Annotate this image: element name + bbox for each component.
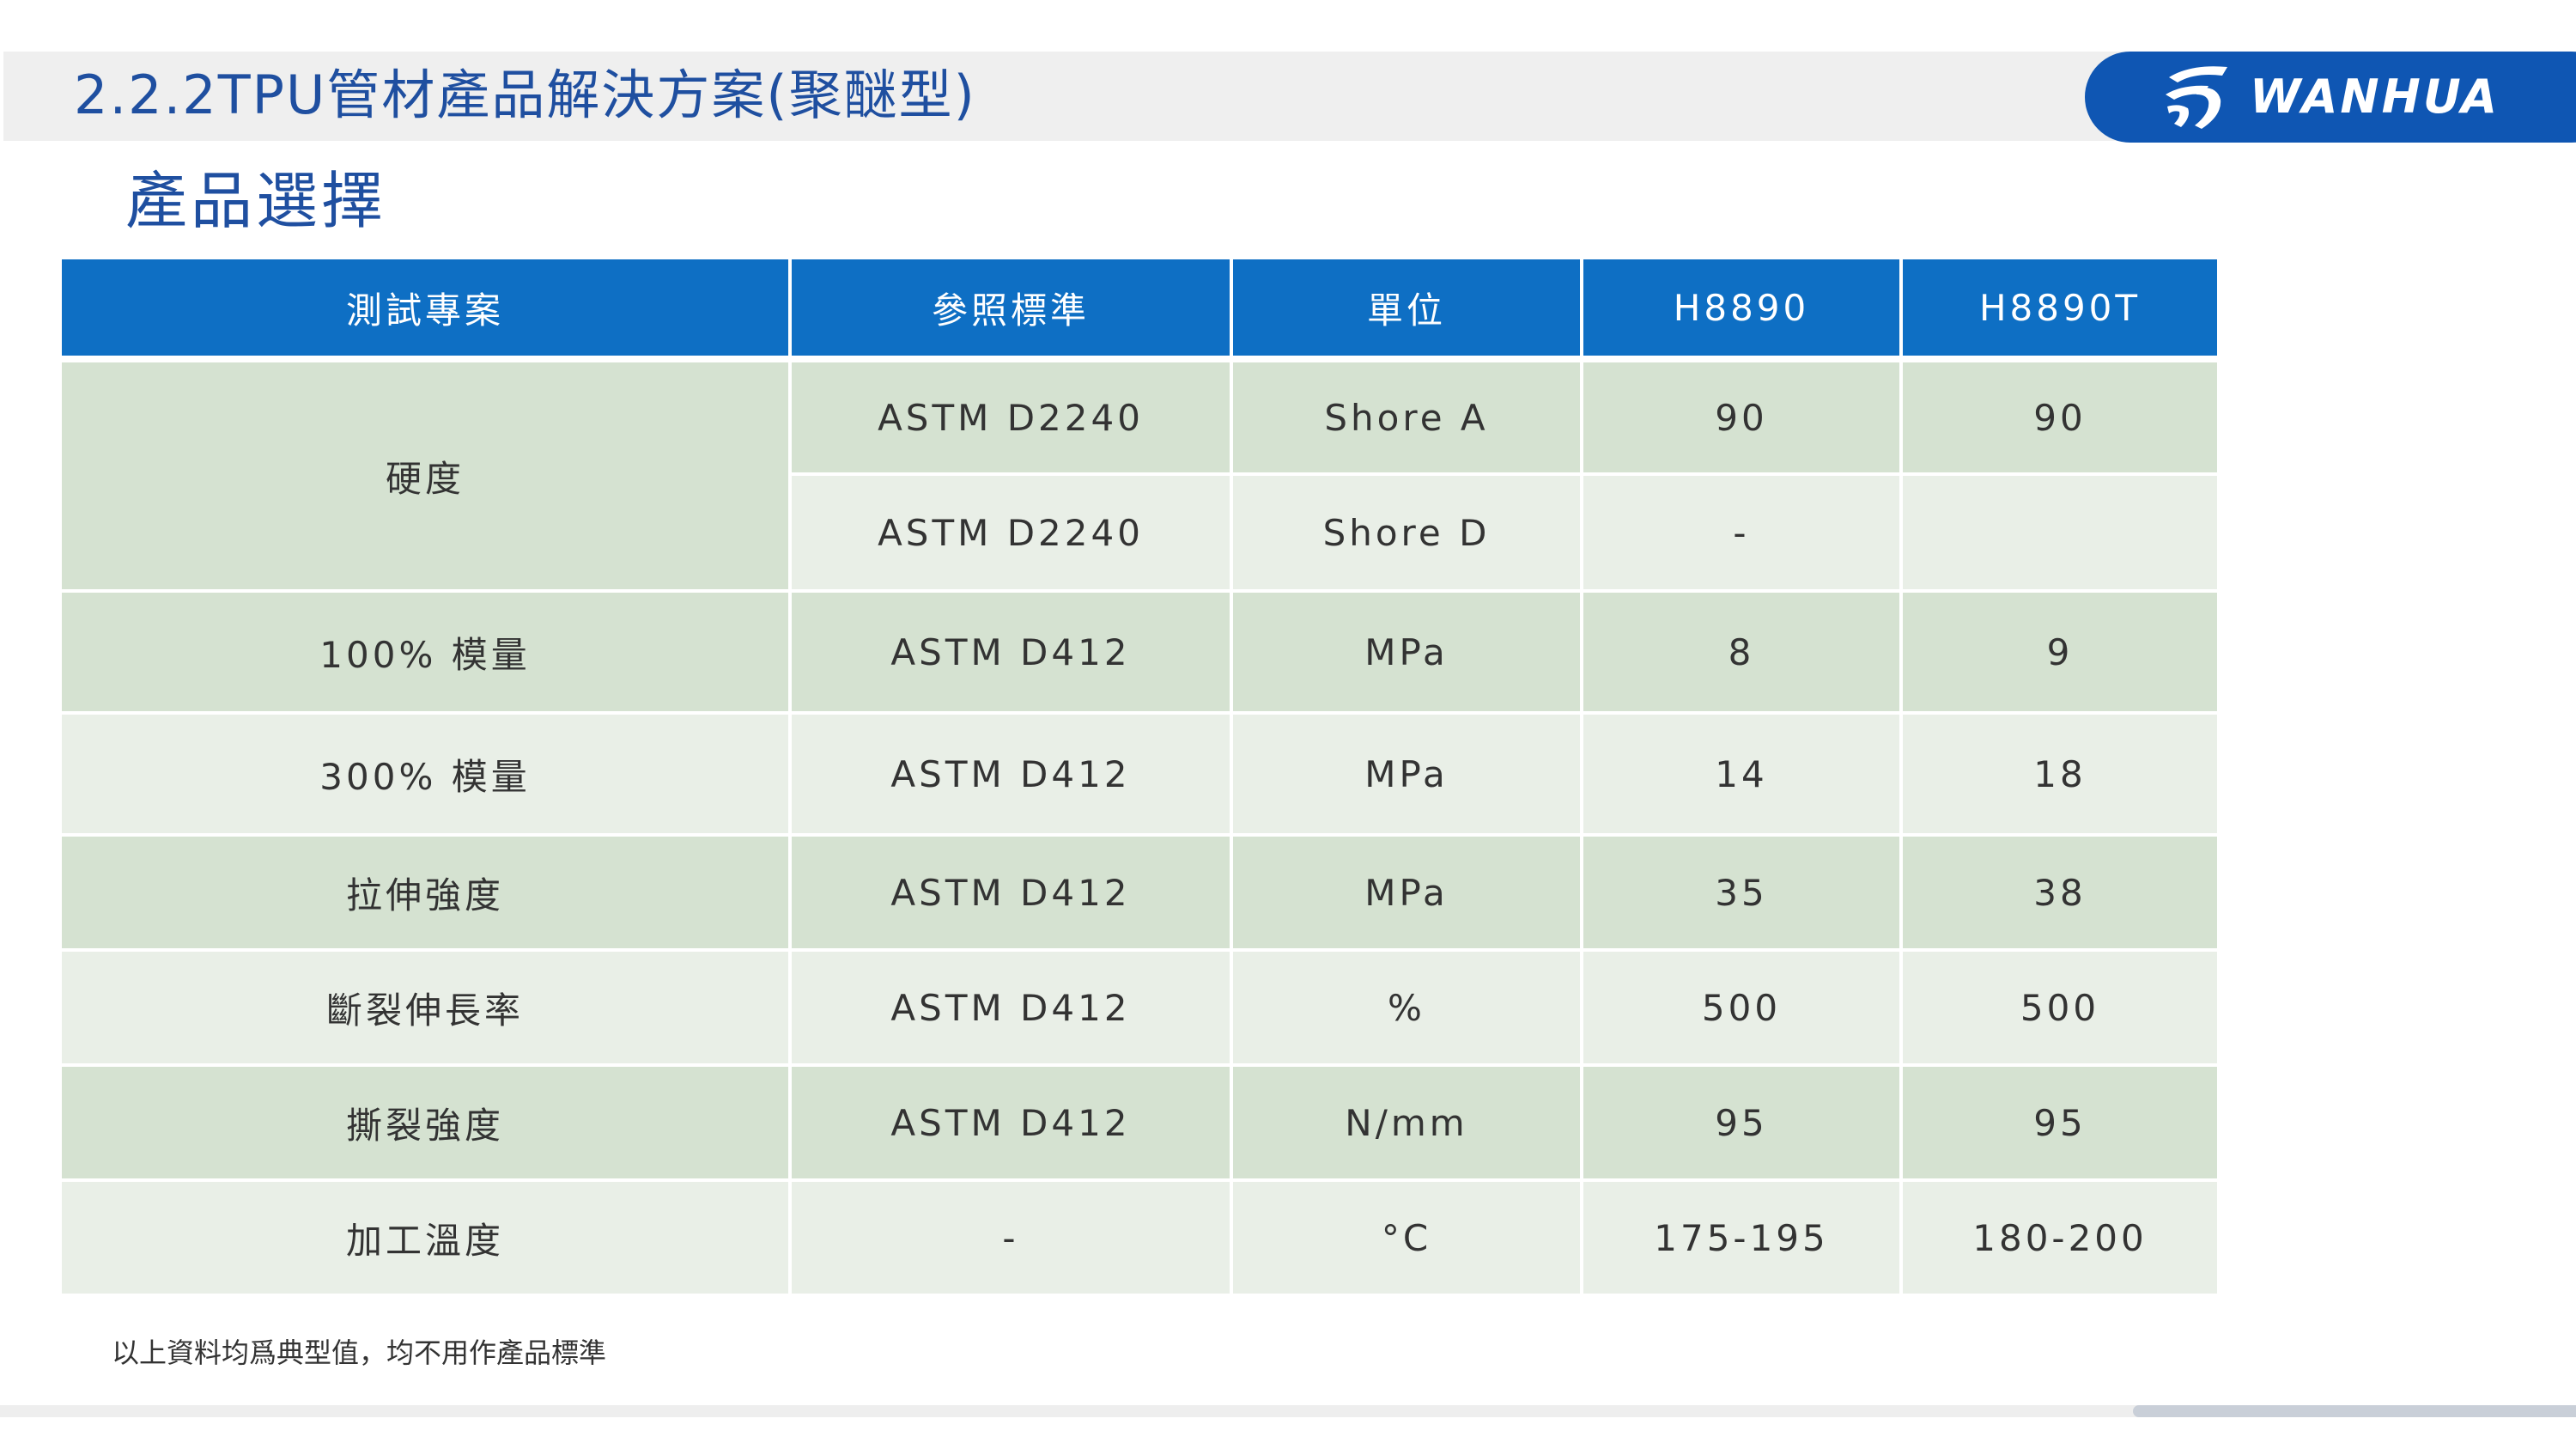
unit-cell: MPa (1233, 593, 1580, 715)
unit-cell: MPa (1233, 715, 1580, 837)
h8890-value-cell: 90 (1583, 362, 1899, 476)
table-row: 硬度 ASTM D2240 Shore A 90 90 (62, 362, 2217, 593)
spec-table: 測試專案 參照標準 單位 H8890 H8890T 硬度 ASTM D2240 … (58, 259, 2221, 1297)
unit-cell: Shore A (1233, 362, 1580, 476)
h8890t-value-cell: 500 (1903, 952, 2217, 1067)
table-row: 斷裂伸長率 ASTM D412 % 500 500 (62, 952, 2217, 1067)
column-header-standard: 參照標準 (792, 259, 1230, 362)
h8890t-value-cell: 18 (1903, 715, 2217, 837)
bottom-scroll-indicator (2133, 1405, 2576, 1417)
test-item-cell: 100% 模量 (62, 593, 788, 715)
standard-cell: ASTM D412 (792, 1067, 1230, 1182)
test-item-cell: 300% 模量 (62, 715, 788, 837)
table-row: 拉伸強度 ASTM D412 MPa 35 38 (62, 837, 2217, 952)
standard-cell: ASTM D412 (792, 837, 1230, 952)
h8890-value-cell: 14 (1583, 715, 1899, 837)
h8890-value-cell: 8 (1583, 593, 1899, 715)
unit-cell: N/mm (1233, 1067, 1580, 1182)
standard-cell: ASTM D412 (792, 715, 1230, 837)
column-header-test-item: 測試專案 (62, 259, 788, 362)
brand-logo: WANHUA (2085, 52, 2576, 143)
standard-cell: ASTM D412 (792, 593, 1230, 715)
unit-cell: % (1233, 952, 1580, 1067)
page-subtitle: 產品選擇 (125, 165, 387, 237)
test-item-cell: 加工溫度 (62, 1182, 788, 1297)
test-item-cell: 硬度 (62, 362, 788, 593)
table-row: 300% 模量 ASTM D412 MPa 14 18 (62, 715, 2217, 837)
standard-cell: ASTM D2240 (792, 476, 1230, 593)
brand-name: WANHUA (2250, 70, 2500, 124)
unit-cell: Shore D (1233, 476, 1580, 593)
test-item-cell: 拉伸強度 (62, 837, 788, 952)
unit-cell: °C (1233, 1182, 1580, 1297)
standard-cell: ASTM D412 (792, 952, 1230, 1067)
h8890-value-cell: - (1583, 476, 1899, 593)
h8890t-value-cell: 9 (1903, 593, 2217, 715)
table-row: 撕裂強度 ASTM D412 N/mm 95 95 (62, 1067, 2217, 1182)
h8890t-value-cell: 180-200 (1903, 1182, 2217, 1297)
column-header-h8890t: H8890T (1903, 259, 2217, 362)
unit-cell: MPa (1233, 837, 1580, 952)
table-header-row: 測試專案 參照標準 單位 H8890 H8890T (62, 259, 2217, 362)
column-header-unit: 單位 (1233, 259, 1580, 362)
footnote: 以上資料均爲典型值，均不用作產品標準 (112, 1336, 607, 1369)
wanhua-logo-icon (2166, 66, 2227, 129)
h8890t-value-cell: 90 (1903, 362, 2217, 476)
table-row: 加工溫度 - °C 175-195 180-200 (62, 1182, 2217, 1297)
standard-cell: - (792, 1182, 1230, 1297)
section-title: 2.2.2TPU管材產品解決方案(聚醚型) (74, 64, 976, 126)
h8890t-value-cell (1903, 476, 2217, 593)
h8890-value-cell: 500 (1583, 952, 1899, 1067)
h8890-value-cell: 95 (1583, 1067, 1899, 1182)
test-item-cell: 斷裂伸長率 (62, 952, 788, 1067)
h8890-value-cell: 175-195 (1583, 1182, 1899, 1297)
table-row: 100% 模量 ASTM D412 MPa 8 9 (62, 593, 2217, 715)
h8890t-value-cell: 95 (1903, 1067, 2217, 1182)
test-item-cell: 撕裂強度 (62, 1067, 788, 1182)
standard-cell: ASTM D2240 (792, 362, 1230, 476)
h8890-value-cell: 35 (1583, 837, 1899, 952)
column-header-h8890: H8890 (1583, 259, 1899, 362)
h8890t-value-cell: 38 (1903, 837, 2217, 952)
